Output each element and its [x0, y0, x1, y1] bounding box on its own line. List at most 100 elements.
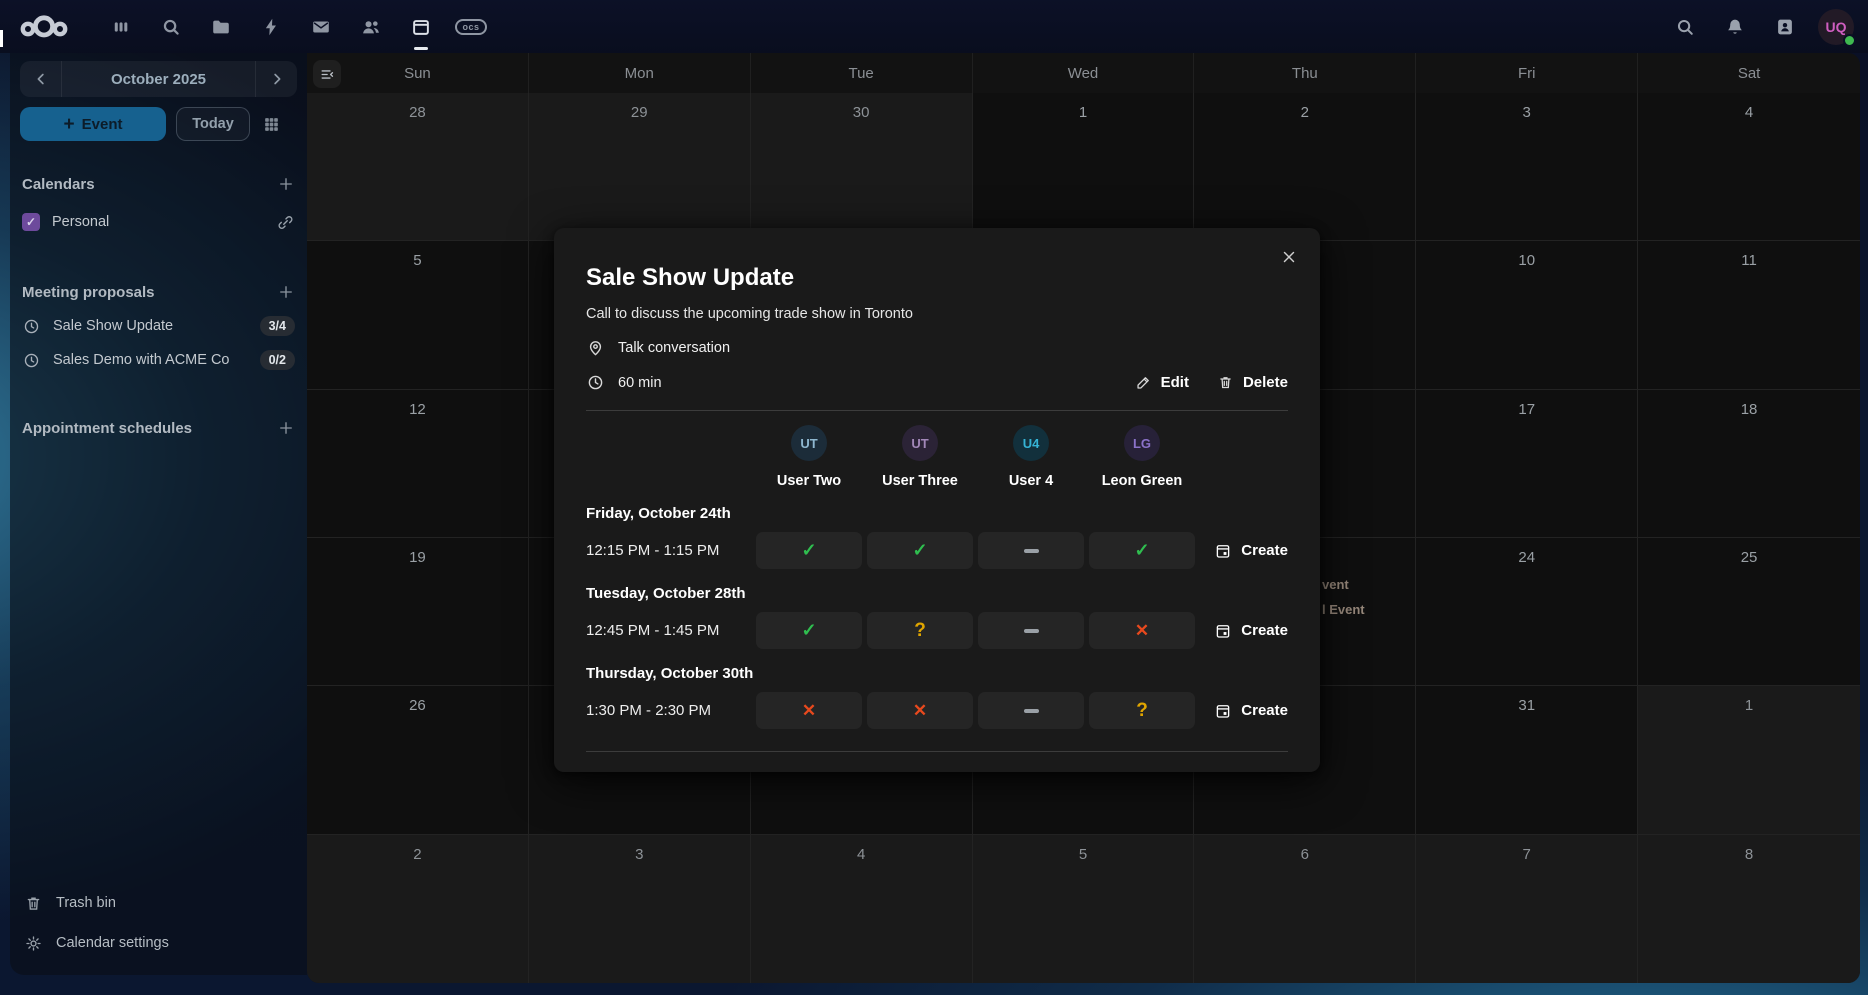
- unified-search-button[interactable]: [1660, 0, 1710, 53]
- proposal-item[interactable]: Sales Demo with ACME Co 0/2: [22, 343, 295, 377]
- calendar-day-cell[interactable]: 3: [529, 835, 751, 983]
- collapse-sidebar-button[interactable]: [313, 60, 341, 88]
- calendar-day-cell[interactable]: 28: [307, 93, 529, 241]
- calendar-day-cell[interactable]: 4: [1638, 93, 1860, 241]
- calendar-day-cell[interactable]: 3: [1416, 93, 1638, 241]
- top-bar: ocs UQ: [0, 0, 1868, 53]
- today-button[interactable]: Today: [176, 107, 250, 141]
- create-event-button[interactable]: Create: [1214, 702, 1288, 720]
- app-contacts-button[interactable]: [346, 0, 396, 53]
- calendar-day-cell[interactable]: 31: [1416, 686, 1638, 834]
- app-search-button[interactable]: [146, 0, 196, 53]
- calendar-day-cell[interactable]: 1: [973, 93, 1195, 241]
- calendar-day-cell[interactable]: 5: [307, 241, 529, 389]
- trash-bin-button[interactable]: Trash bin: [20, 883, 297, 923]
- create-event-button[interactable]: Create: [1214, 542, 1288, 560]
- no-response-icon: [1024, 709, 1039, 713]
- proposal-item[interactable]: Sale Show Update 3/4: [22, 309, 295, 343]
- app-mail-button[interactable]: [296, 0, 346, 53]
- avatar-initials: UQ: [1826, 19, 1847, 35]
- calendar-day-cell[interactable]: 17: [1416, 390, 1638, 538]
- dashboard-icon: [110, 16, 132, 38]
- attendee-name: User 4: [1009, 473, 1053, 489]
- partially-hidden-event[interactable]: vent: [1322, 577, 1349, 592]
- availability-none-cell: [978, 612, 1084, 649]
- day-number: 31: [1518, 697, 1535, 833]
- slot-group-date: Friday, October 24th: [586, 505, 1288, 522]
- calendar-day-cell[interactable]: 19: [307, 538, 529, 686]
- new-event-button[interactable]: + Event: [20, 107, 166, 141]
- proposal-count-badge: 3/4: [260, 316, 295, 336]
- delete-button[interactable]: Delete: [1217, 374, 1288, 391]
- app-dashboard-button[interactable]: [96, 0, 146, 53]
- app-calendar-button[interactable]: [396, 0, 446, 53]
- weekday-header: Mon: [529, 53, 751, 93]
- location-row: Talk conversation: [586, 338, 1288, 357]
- online-status-icon: [1843, 34, 1856, 47]
- calendar-day-cell[interactable]: 5: [973, 835, 1195, 983]
- availability-yes-cell: ✓: [1089, 532, 1195, 569]
- ocs-icon: ocs: [455, 19, 486, 35]
- close-button[interactable]: [1272, 240, 1306, 274]
- attendee-avatar: UT: [902, 425, 938, 461]
- notifications-button[interactable]: [1710, 0, 1760, 53]
- calendar-day-cell[interactable]: 30: [751, 93, 973, 241]
- add-calendar-button[interactable]: [277, 175, 295, 193]
- calendar-day-cell[interactable]: 4: [751, 835, 973, 983]
- calendar-day-cell[interactable]: 7: [1416, 835, 1638, 983]
- calendar-icon: [410, 16, 432, 38]
- calendar-settings-button[interactable]: Calendar settings: [20, 923, 297, 963]
- day-number: 29: [631, 104, 648, 240]
- view-switcher-button[interactable]: [262, 115, 281, 134]
- availability-no-cell: ✕: [756, 692, 862, 729]
- app-ocs-button[interactable]: ocs: [446, 0, 496, 53]
- app-root: ocs UQ October 2025: [0, 0, 1868, 995]
- calendar-day-cell[interactable]: 12: [307, 390, 529, 538]
- calendar-day-cell[interactable]: 2: [307, 835, 529, 983]
- day-number: 2: [413, 846, 421, 983]
- calendar-checkbox[interactable]: ✓: [22, 213, 40, 231]
- availability-none-cell: [978, 692, 1084, 729]
- current-month-label[interactable]: October 2025: [62, 61, 255, 97]
- nextcloud-logo[interactable]: [18, 13, 70, 41]
- partially-hidden-event[interactable]: l Event: [1322, 602, 1365, 617]
- proposal-title: Sale Show Update: [586, 264, 1288, 292]
- no-response-icon: [1024, 549, 1039, 553]
- calendar-day-cell[interactable]: 11: [1638, 241, 1860, 389]
- user-avatar[interactable]: UQ: [1818, 9, 1854, 45]
- weekday-header: Tue: [751, 53, 973, 93]
- calendar-item-personal[interactable]: ✓ Personal: [22, 205, 295, 239]
- calendar-day-cell[interactable]: 8: [1638, 835, 1860, 983]
- calendar-day-cell[interactable]: 26: [307, 686, 529, 834]
- add-proposal-button[interactable]: [277, 283, 295, 301]
- calendar-day-cell[interactable]: 2: [1194, 93, 1416, 241]
- day-number: 1: [1079, 104, 1087, 240]
- calendar-day-cell[interactable]: 29: [529, 93, 751, 241]
- plus-icon: +: [64, 115, 75, 134]
- calendar-day-cell[interactable]: 24: [1416, 538, 1638, 686]
- create-event-button[interactable]: Create: [1214, 622, 1288, 640]
- calendar-day-cell[interactable]: 10: [1416, 241, 1638, 389]
- calendar-day-cell[interactable]: 6: [1194, 835, 1416, 983]
- next-month-button[interactable]: [255, 61, 297, 97]
- attendee-header-row: UTUser TwoUTUser ThreeU4User 4LGLeon Gre…: [586, 425, 1288, 489]
- previous-month-button[interactable]: [20, 61, 62, 97]
- weekday-header-row: SunMonTueWedThuFriSat: [307, 53, 1860, 93]
- plus-icon: [277, 283, 295, 301]
- calendar-day-cell[interactable]: 1: [1638, 686, 1860, 834]
- calendar-day-cell[interactable]: 25: [1638, 538, 1860, 686]
- calendar-day-cell[interactable]: 18: [1638, 390, 1860, 538]
- attendee-column: UTUser Three: [867, 425, 973, 489]
- trash-icon: [24, 894, 43, 913]
- add-appointment-schedule-button[interactable]: [277, 419, 295, 437]
- contacts-menu-button[interactable]: [1760, 0, 1810, 53]
- day-number: 10: [1518, 252, 1535, 388]
- pending-clock-icon: [22, 317, 41, 336]
- app-files-button[interactable]: [196, 0, 246, 53]
- slot-time-range: 1:30 PM - 2:30 PM: [586, 702, 756, 719]
- calendar-create-icon: [1214, 702, 1232, 720]
- edit-button[interactable]: Edit: [1135, 374, 1189, 391]
- app-activity-button[interactable]: [246, 0, 296, 53]
- share-link-icon[interactable]: [276, 213, 295, 232]
- topbar-right: UQ: [1660, 0, 1854, 53]
